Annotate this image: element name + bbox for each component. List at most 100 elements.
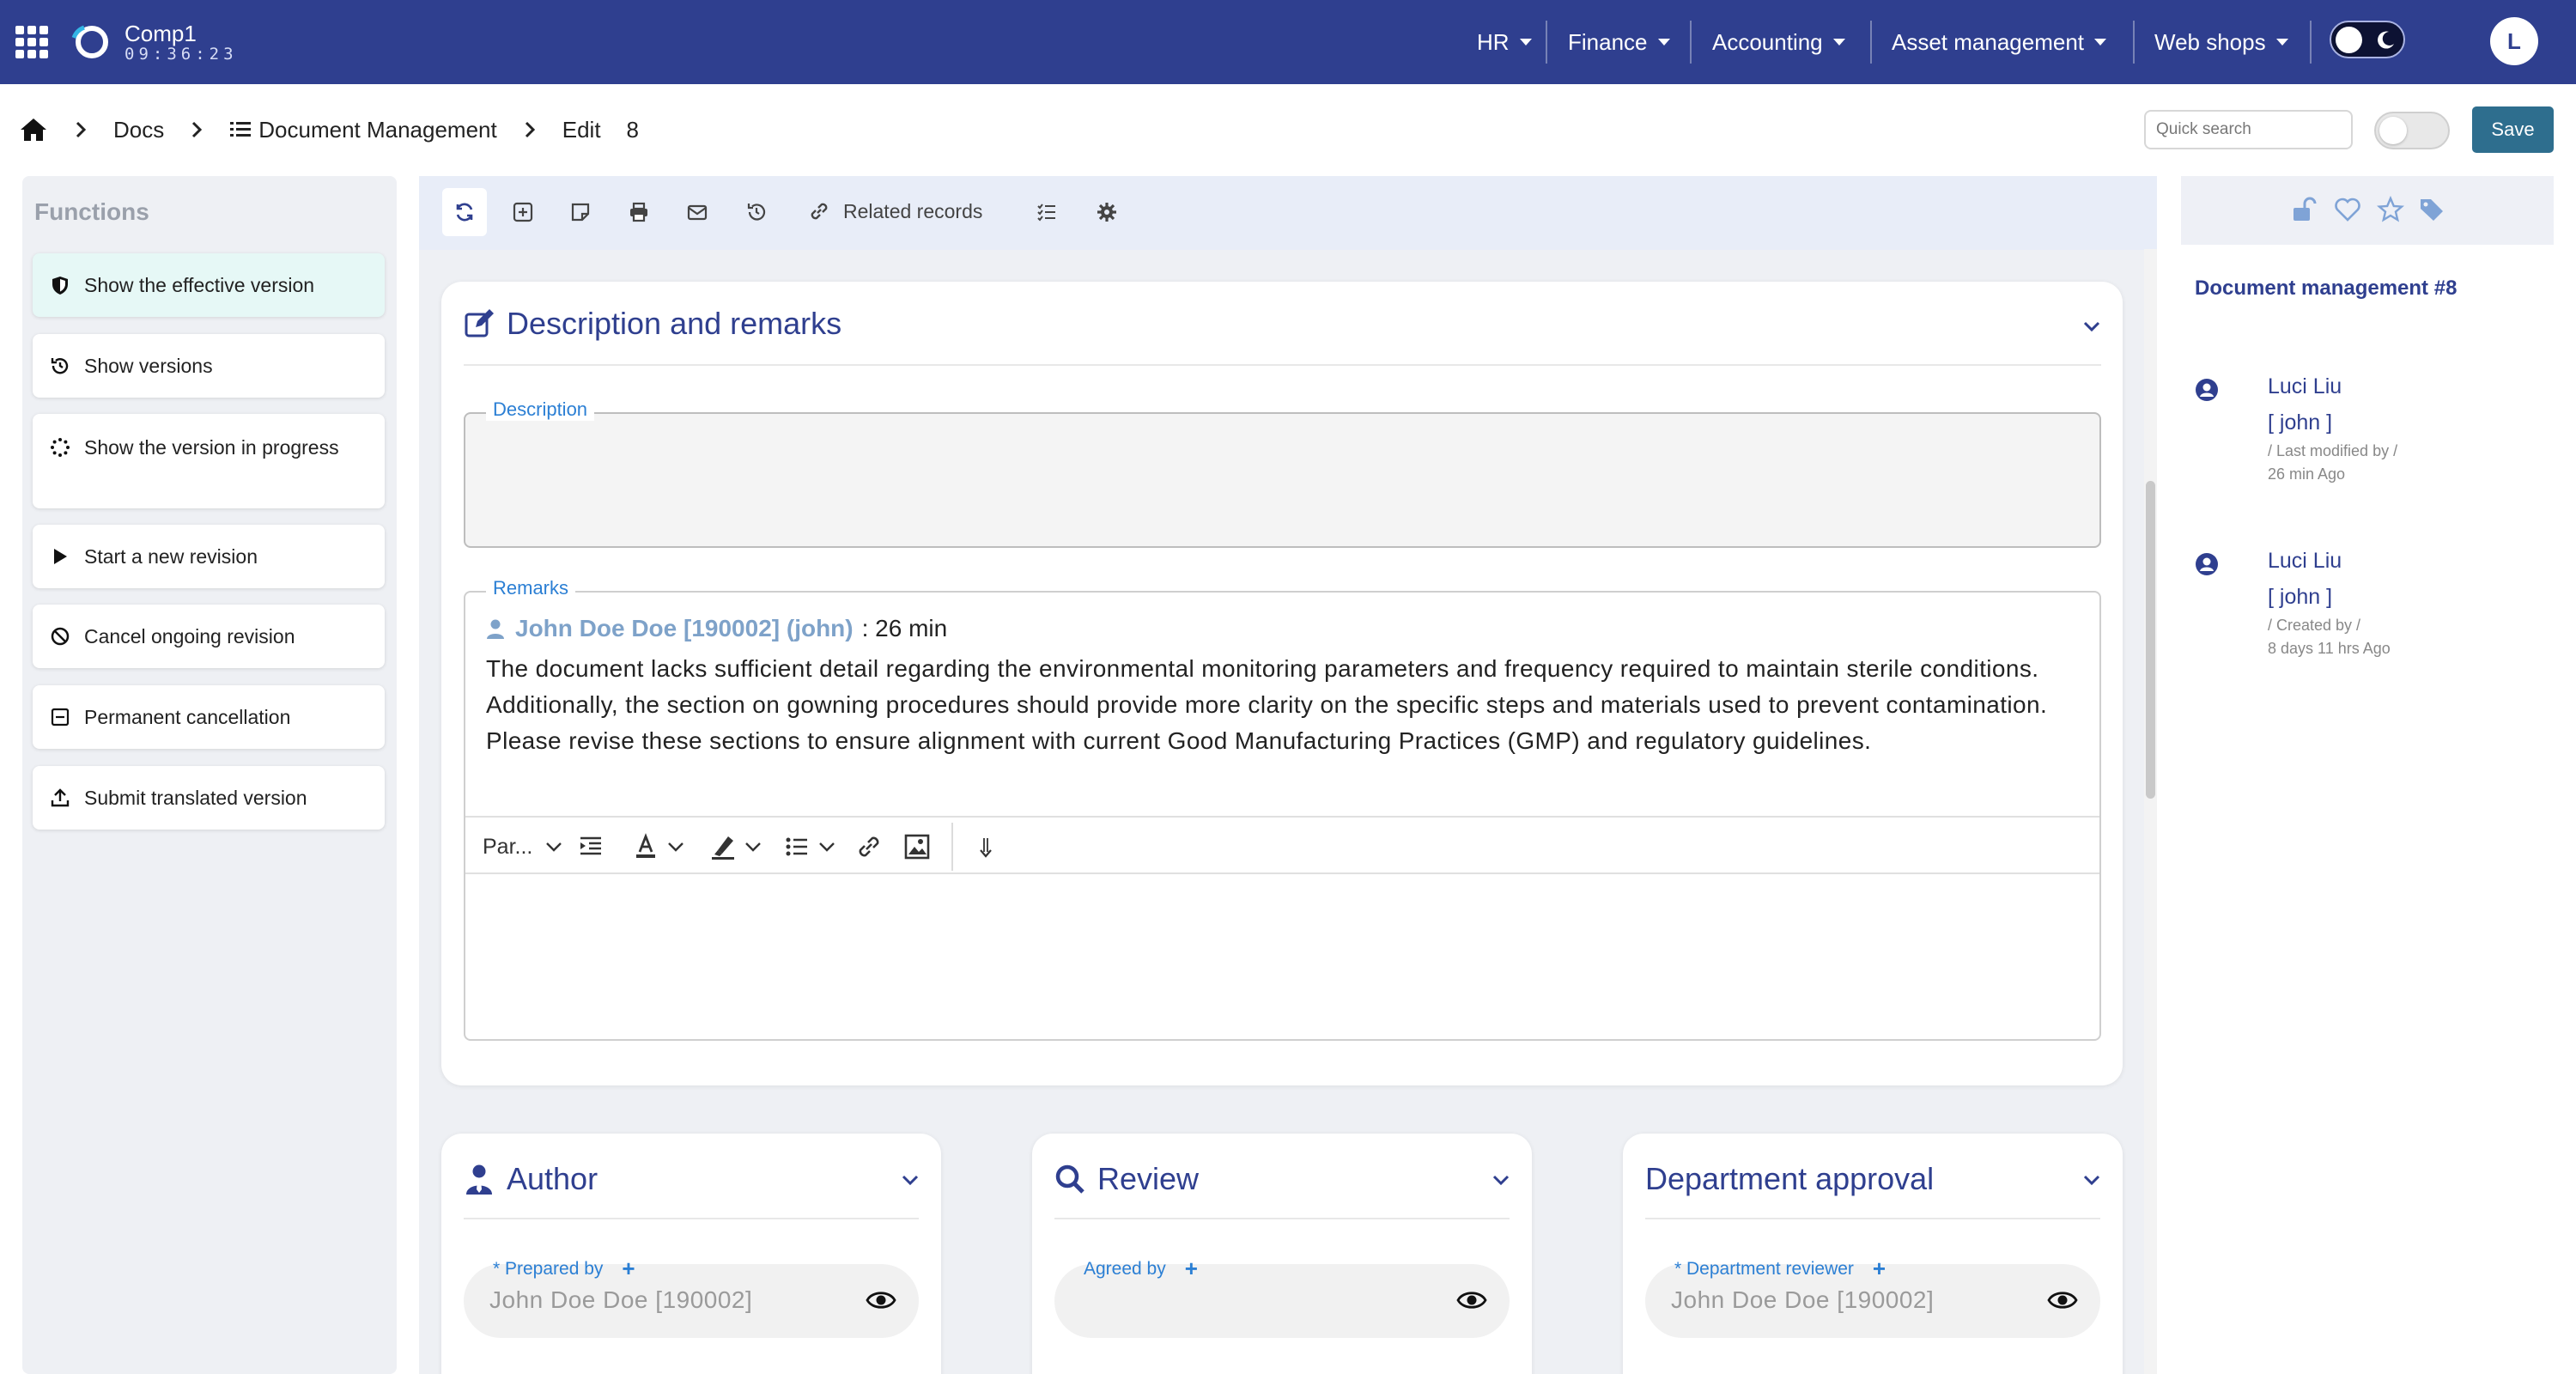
insert-link-button[interactable]: [855, 833, 883, 860]
nav-web-shops[interactable]: Web shops: [2154, 22, 2288, 62]
fn-permanent-cancellation[interactable]: Permanent cancellation: [33, 685, 385, 749]
nav-divider: [1546, 21, 1547, 64]
shield-icon: [52, 277, 68, 295]
chevron-down-icon[interactable]: [900, 1173, 920, 1187]
eye-icon[interactable]: [2047, 1288, 2078, 1312]
add-agreed-by-button[interactable]: +: [1185, 1255, 1198, 1282]
insert-image-button[interactable]: [903, 833, 931, 860]
history-button[interactable]: [734, 188, 779, 236]
quick-search-input[interactable]: [2144, 110, 2353, 149]
record-info-toolbar: [2181, 176, 2554, 245]
sticky-note-icon: [571, 203, 590, 222]
heart-icon[interactable]: [2334, 196, 2361, 223]
company-logo-icon[interactable]: [70, 22, 110, 62]
agreed-by-label-row: Agreed by +: [1084, 1255, 1198, 1282]
fn-show-version-in-progress[interactable]: Show the version in progress: [33, 414, 385, 508]
add-department-reviewer-button[interactable]: +: [1873, 1255, 1886, 1282]
review-header[interactable]: Review: [1054, 1161, 1199, 1197]
history-icon: [51, 358, 69, 374]
highlight-button[interactable]: [709, 833, 762, 860]
description-field[interactable]: [464, 412, 2101, 548]
clock: 09:36:23: [125, 45, 238, 64]
font-color-button[interactable]: [632, 833, 685, 860]
show-more-button[interactable]: [972, 833, 999, 860]
edit-mode-toggle[interactable]: [2374, 112, 2450, 149]
star-icon[interactable]: [2377, 196, 2404, 223]
toolbar-divider: [951, 823, 953, 871]
caret-down-icon: [1657, 39, 1670, 46]
fn-show-versions[interactable]: Show versions: [33, 334, 385, 398]
prepared-by-value: John Doe Doe [190002]: [489, 1286, 753, 1313]
activity-name[interactable]: Luci Liu: [2268, 549, 2342, 574]
chevron-right-icon: [525, 121, 535, 138]
fn-submit-translated-version[interactable]: Submit translated version: [33, 766, 385, 830]
history-icon: [747, 204, 766, 221]
author-header[interactable]: Author: [464, 1161, 598, 1197]
nav-hr[interactable]: HR: [1477, 22, 1532, 62]
save-button[interactable]: Save: [2472, 106, 2554, 153]
apps-grid-icon[interactable]: [15, 26, 48, 58]
home-icon[interactable]: [19, 117, 48, 143]
description-remarks-header[interactable]: Description and remarks: [464, 306, 841, 342]
nav-divider: [1870, 21, 1872, 64]
agreed-by-label: Agreed by: [1084, 1258, 1166, 1279]
breadcrumb-docs[interactable]: Docs: [113, 117, 164, 143]
fn-label: Show the effective version: [84, 273, 315, 296]
eye-icon[interactable]: [866, 1288, 896, 1312]
scrollbar-track[interactable]: [2144, 249, 2157, 1374]
fn-label: Submit translated version: [84, 786, 307, 809]
minus-square-icon: [51, 708, 70, 727]
link-icon: [811, 203, 828, 220]
print-button[interactable]: [617, 188, 661, 236]
remark-editor-body[interactable]: [465, 876, 2099, 1039]
remark-header: John Doe Doe [190002] (john) : 26 min: [486, 615, 947, 642]
note-button[interactable]: [558, 188, 603, 236]
author-title: Author: [507, 1161, 598, 1196]
caret-down-icon: [1832, 39, 1845, 46]
record-title: Document management #8: [2195, 277, 2458, 300]
user-circle-icon: [2196, 379, 2218, 401]
chevron-down-icon[interactable]: [2081, 319, 2102, 333]
eye-icon[interactable]: [1456, 1288, 1487, 1312]
chevron-down-icon[interactable]: [1491, 1173, 1511, 1187]
fn-start-new-revision[interactable]: Start a new revision: [33, 525, 385, 588]
checklist-button[interactable]: [1024, 188, 1069, 236]
activity-user[interactable]: [ john ]: [2268, 410, 2332, 435]
activity-user[interactable]: [ john ]: [2268, 585, 2332, 610]
unlock-icon[interactable]: [2291, 196, 2318, 223]
upload-icon: [51, 788, 70, 807]
chevron-down-icon[interactable]: [2081, 1173, 2102, 1187]
department-approval-header[interactable]: Department approval: [1645, 1161, 1934, 1197]
related-records-label: Related records: [843, 199, 983, 222]
settings-button[interactable]: [1084, 188, 1129, 236]
fn-show-effective-version[interactable]: Show the effective version: [33, 253, 385, 317]
nav-finance[interactable]: Finance: [1568, 22, 1670, 62]
scrollbar-thumb[interactable]: [2146, 481, 2155, 799]
gear-icon: [1097, 203, 1116, 222]
remark-text: The document lacks sufficient detail reg…: [486, 655, 2048, 754]
tag-icon[interactable]: [2418, 196, 2445, 223]
fn-cancel-ongoing-revision[interactable]: Cancel ongoing revision: [33, 605, 385, 668]
user-avatar[interactable]: L: [2490, 17, 2538, 65]
dark-mode-toggle[interactable]: [2330, 21, 2405, 58]
paragraph-format-dropdown[interactable]: Par...: [483, 833, 563, 860]
related-records-button[interactable]: Related records: [807, 199, 982, 223]
email-button[interactable]: [675, 188, 720, 236]
nav-accounting[interactable]: Accounting: [1712, 22, 1845, 62]
image-icon: [904, 834, 930, 860]
activity-name[interactable]: Luci Liu: [2268, 374, 2342, 399]
department-approval-title: Department approval: [1645, 1161, 1935, 1196]
indent-icon: [580, 836, 601, 855]
toggle-knob: [2336, 27, 2362, 53]
refresh-button[interactable]: [442, 188, 487, 236]
review-title: Review: [1097, 1161, 1200, 1196]
nav-asset-management-label: Asset management: [1892, 28, 2085, 55]
bullet-list-button[interactable]: [783, 833, 836, 860]
indent-button[interactable]: [577, 833, 605, 860]
department-reviewer-label: * Department reviewer: [1674, 1258, 1854, 1279]
remark-author[interactable]: John Doe Doe [190002] (john): [515, 615, 854, 642]
nav-asset-management[interactable]: Asset management: [1892, 22, 2107, 62]
new-record-button[interactable]: [501, 188, 545, 236]
add-prepared-by-button[interactable]: +: [622, 1255, 635, 1282]
breadcrumb-module[interactable]: Document Management: [258, 117, 496, 143]
